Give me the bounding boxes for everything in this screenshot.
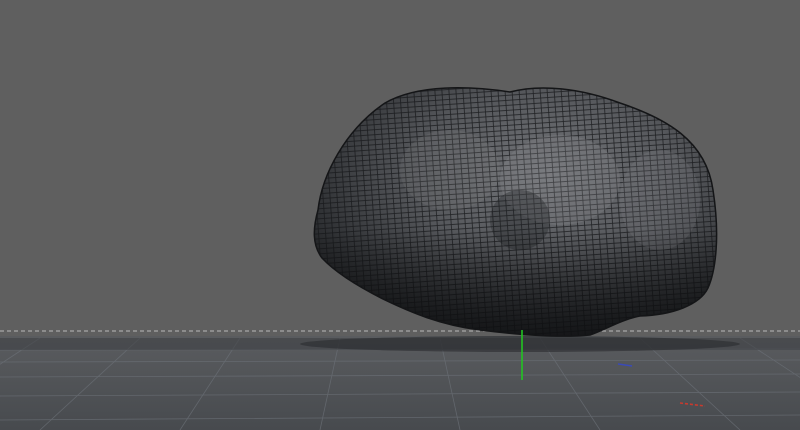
3d-viewport[interactable] [0,0,800,430]
viewport-canvas[interactable] [0,0,800,430]
floor-grid [0,336,800,430]
